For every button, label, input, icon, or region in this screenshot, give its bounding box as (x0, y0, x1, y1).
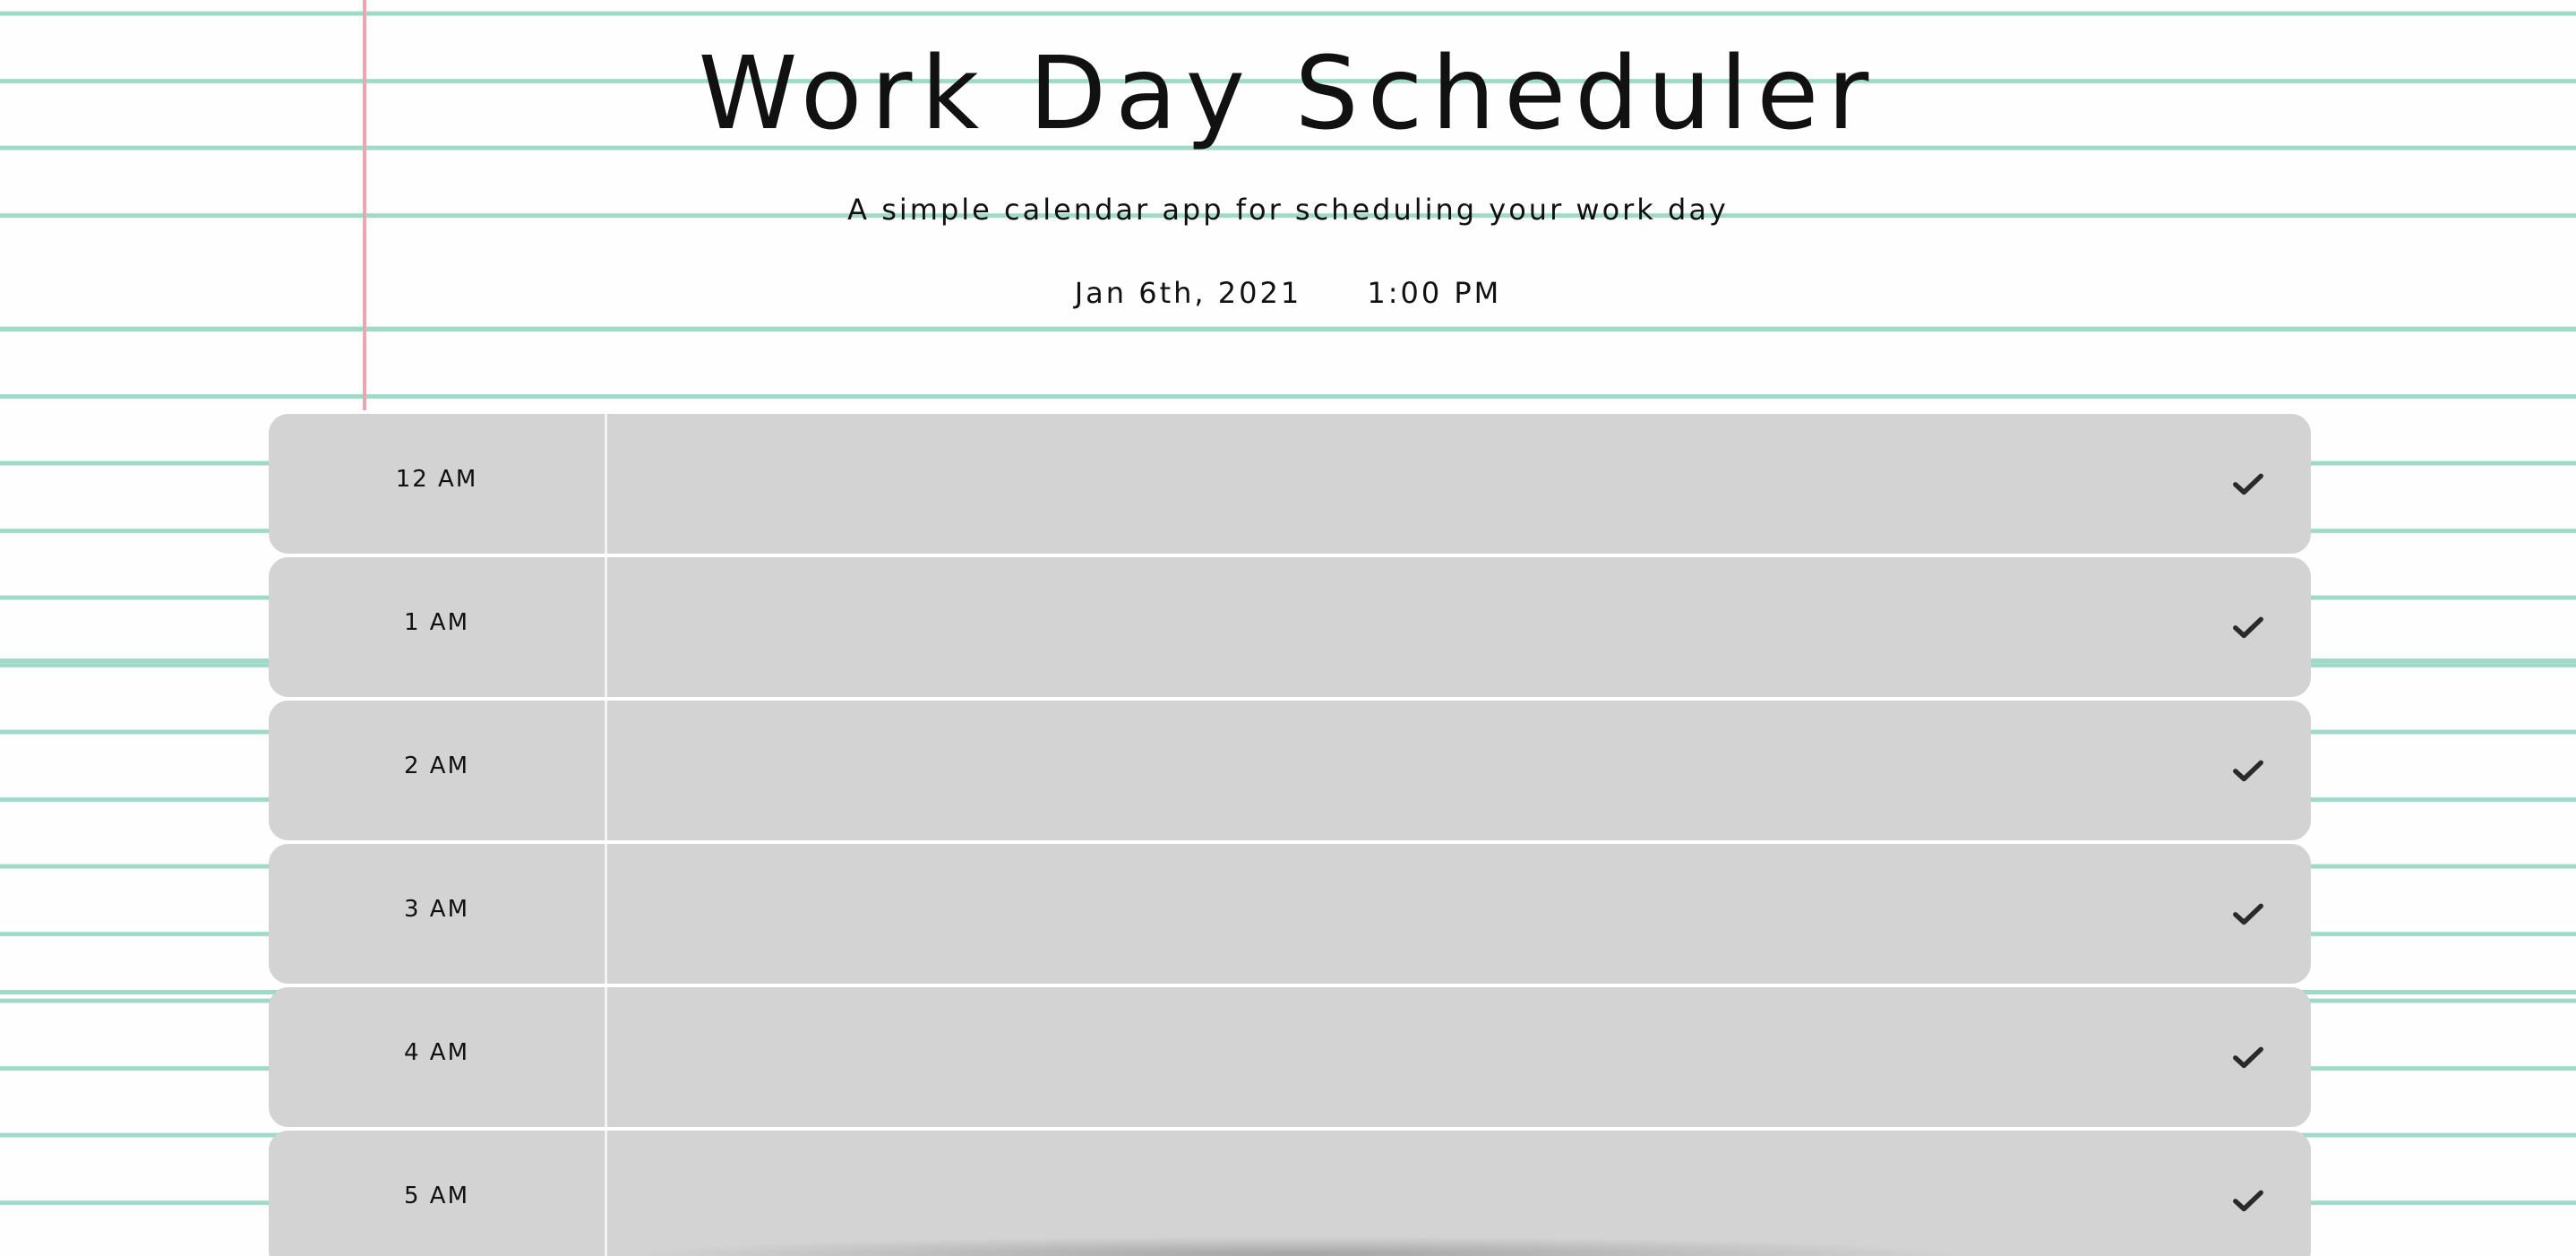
current-datetime: Jan 6th, 2021 1:00 PM (0, 276, 2576, 310)
time-block: 5 AM (269, 1131, 2311, 1256)
page-subtitle: A simple calendar app for scheduling you… (847, 193, 1729, 227)
time-block: 12 AM (269, 414, 2311, 554)
time-block: 3 AM (269, 844, 2311, 984)
check-icon (2233, 616, 2263, 639)
hour-label: 1 AM (269, 557, 607, 697)
event-description-input[interactable] (607, 701, 2185, 840)
current-date: Jan 6th, 2021 (1074, 276, 1302, 310)
event-description-input[interactable] (607, 844, 2185, 984)
page: Work Day Scheduler A simple calendar app… (0, 0, 2576, 1256)
save-button[interactable] (2185, 414, 2311, 554)
event-description-input[interactable] (607, 557, 2185, 697)
save-button[interactable] (2185, 987, 2311, 1127)
save-button[interactable] (2185, 1131, 2311, 1256)
hour-label: 12 AM (269, 414, 607, 554)
page-title: Work Day Scheduler (698, 36, 1878, 152)
time-block: 4 AM (269, 987, 2311, 1127)
event-description-input[interactable] (607, 987, 2185, 1127)
save-button[interactable] (2185, 701, 2311, 840)
check-icon (2233, 473, 2263, 495)
event-description-input[interactable] (607, 1131, 2185, 1256)
hour-label: 4 AM (269, 987, 607, 1127)
check-icon (2233, 903, 2263, 925)
check-icon (2233, 760, 2263, 782)
schedule: 12 AM 1 AM 2 AM 3 AM 4 AM 5 AM (269, 414, 2311, 1256)
time-block: 1 AM (269, 557, 2311, 697)
current-time: 1:00 PM (1367, 276, 1502, 310)
save-button[interactable] (2185, 844, 2311, 984)
check-icon (2233, 1046, 2263, 1069)
hour-label: 2 AM (269, 701, 607, 840)
header: Work Day Scheduler A simple calendar app… (0, 0, 2576, 323)
save-button[interactable] (2185, 557, 2311, 697)
hour-label: 3 AM (269, 844, 607, 984)
event-description-input[interactable] (607, 414, 2185, 554)
check-icon (2233, 1190, 2263, 1212)
hour-label: 5 AM (269, 1131, 607, 1256)
time-block: 2 AM (269, 701, 2311, 840)
